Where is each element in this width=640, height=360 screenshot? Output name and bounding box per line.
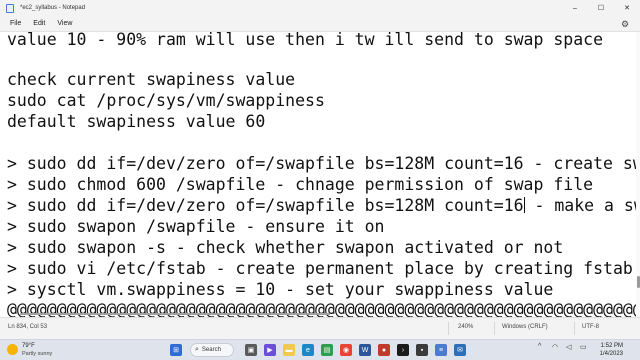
text-editor[interactable]: value 10 - 90% ram will use then i tw il… [0,32,636,317]
vertical-scrollbar[interactable] [636,32,640,317]
editor-line-suffix: - make a swap [534,196,636,215]
window-controls: – ☐ ✕ [562,0,640,16]
menu-file[interactable]: File [10,20,21,27]
editor-line: > sudo swapon /swapfile - ensure it on [7,217,385,236]
clock-date[interactable]: 1/4/2023 [597,351,623,357]
editor-line-with-caret: > sudo dd if=/dev/zero of=/swapfile bs=1… [7,196,636,216]
editor-line: > sudo chmod 600 /swapfile - chnage perm… [7,175,594,194]
clock-time[interactable]: 1:52 PM [597,343,623,349]
file-explorer-icon[interactable]: ▬ [283,344,295,356]
editor-line: > sudo swapon -s - check whether swapon … [7,238,564,257]
line-ending: Windows (CRLF) [502,324,548,330]
maximize-button[interactable]: ☐ [588,0,614,16]
speaker-icon[interactable]: ◁ [566,343,571,351]
zoom-level: 240% [458,324,474,330]
editor-line: default swapiness value 60 [7,112,266,131]
editor-line: > sysctl vm.swappiness = 10 - set your s… [7,280,554,299]
windows-start-icon[interactable]: ⊞ [170,344,182,356]
teams-chat-icon[interactable]: ▶ [264,344,276,356]
command-prompt-icon[interactable]: ▪ [416,344,428,356]
close-button[interactable]: ✕ [614,0,640,16]
status-divider [574,322,575,335]
media-player-icon[interactable]: ● [378,344,390,356]
editor-line: value 10 - 90% ram will use then i tw il… [7,32,604,49]
window-title: *ec2_syllabus - Notepad [20,5,86,11]
menu-view[interactable]: View [57,20,72,27]
task-view-icon[interactable]: ▣ [245,344,257,356]
network-icon[interactable]: ◠ [552,343,558,351]
chrome-icon[interactable]: ◉ [340,344,352,356]
status-divider [494,322,495,335]
minimize-button[interactable]: – [562,0,588,16]
editor-line: > sudo dd if=/dev/zero of=/swapfile bs=1… [7,154,636,173]
status-bar: Ln 834, Col 53 240% Windows (CRLF) UTF-8 [0,317,640,339]
notepad-icon [6,3,14,13]
search-box[interactable]: ⌕ Search [190,343,234,357]
cursor-position: Ln 834, Col 53 [8,324,48,330]
search-icon: ⌕ [195,346,199,353]
notepad-taskbar-icon[interactable]: ≡ [435,344,447,356]
store-icon[interactable]: ▤ [321,344,333,356]
sun-icon[interactable] [7,344,18,355]
weather-description[interactable]: Partly sunny [22,351,52,357]
terminal-icon[interactable]: › [397,344,409,356]
encoding: UTF-8 [582,324,599,330]
status-divider [448,322,449,335]
title-bar: *ec2_syllabus - Notepad – ☐ ✕ [0,0,640,16]
word-icon[interactable]: W [359,344,371,356]
menu-bar: File Edit View ⚙ [0,16,640,32]
weather-temperature[interactable]: 79°F [22,343,35,349]
editor-line: > sudo vi /etc/fstab - create permanent … [7,259,636,278]
menu-edit[interactable]: Edit [33,20,45,27]
editor-line-text: > sudo dd if=/dev/zero of=/swapfile bs=1… [7,196,524,215]
editor-line: sudo cat /proc/sys/vm/swappiness [7,91,325,110]
editor-line: check current swapiness value [7,70,296,89]
show-hidden-icons-chevron[interactable]: ^ [538,343,541,350]
taskbar: 79°F Partly sunny ⊞ ⌕ Search ▣ ▶ ▬ e ▤ ◉… [0,339,640,360]
search-label: Search [201,347,221,353]
gear-icon[interactable]: ⚙ [620,19,630,29]
battery-icon[interactable]: ▭ [580,343,587,351]
horizontal-scroll-thumb[interactable] [20,313,330,315]
edge-browser-icon[interactable]: e [302,344,314,356]
mail-icon[interactable]: ✉ [454,344,466,356]
